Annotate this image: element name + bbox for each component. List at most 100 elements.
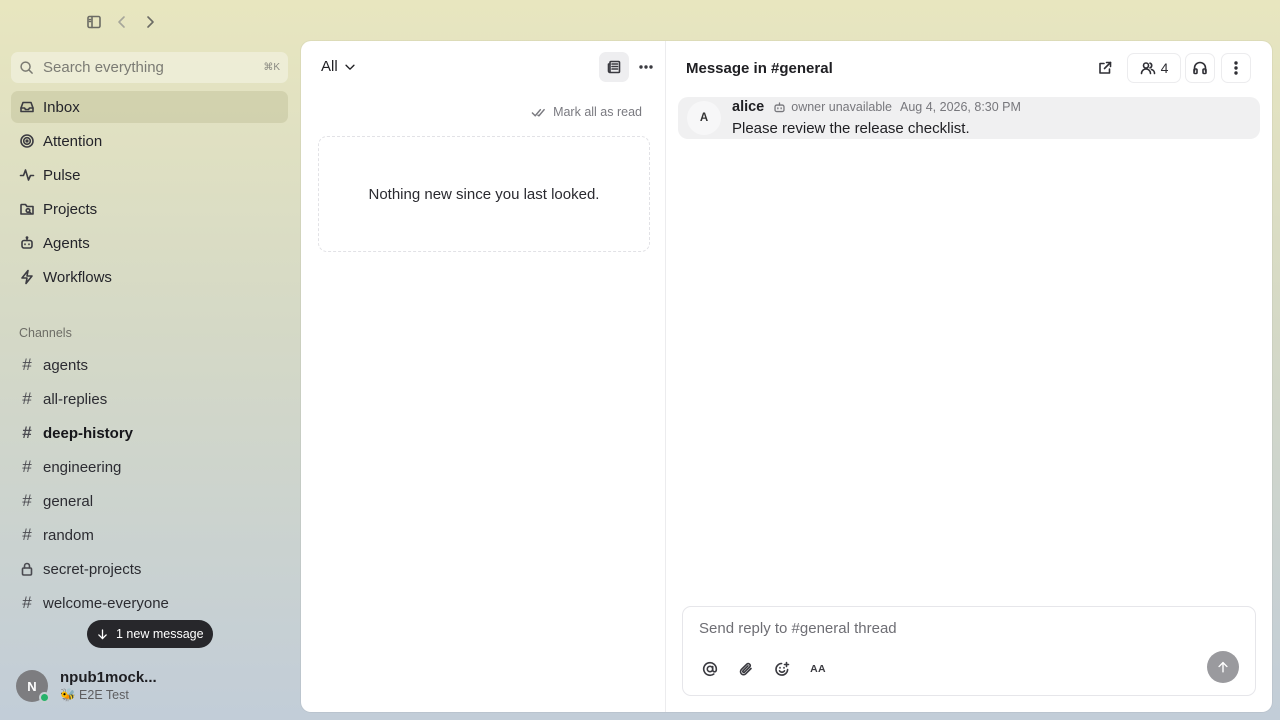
arrow-down-icon [98,628,107,639]
channel-item-secret-projects[interactable]: secret-projects [11,553,288,585]
send-button[interactable] [1207,651,1239,683]
reply-input[interactable] [699,620,1219,637]
lock-icon [21,562,33,576]
sidebar-item-label: Agents [43,234,90,252]
main-nav: Inbox Attention Pulse Projects Agents Wo… [11,91,288,295]
paperclip-icon [739,662,752,676]
channel-name: welcome-everyone [43,594,169,612]
external-link-icon [1099,61,1112,74]
channel-item-all-replies[interactable]: # all-replies [11,383,288,415]
more-vertical-icon [1234,61,1238,75]
channel-name: general [43,492,94,510]
message-timestamp: Aug 4, 2026, 8:30 PM [900,100,1021,114]
channel-list: # agents # all-replies # deep-history # … [11,349,288,621]
channel-item-random[interactable]: # random [11,519,288,551]
channel-name: all-replies [43,390,108,408]
inbox-icon [20,101,34,113]
thread-pane: Message in #general 4 A alice owner unav… [666,41,1272,712]
thread-title: Message in #general [686,60,833,77]
format-text-button[interactable]: AA [806,657,830,681]
more-horizontal-icon [639,65,653,69]
headphones-icon [1193,61,1207,75]
message-item[interactable]: A alice owner unavailable Aug 4, 2026, 8… [678,97,1260,139]
channels-section-label: Channels [19,326,72,340]
sidebar-item-label: Attention [43,132,103,150]
avatar: N [16,670,50,703]
inbox-empty-state: Nothing new since you last looked. [318,136,650,252]
channel-item-welcome-everyone[interactable]: # welcome-everyone [11,587,288,619]
bolt-icon [21,269,33,285]
search-shortcut: ⌘K [263,62,280,73]
hash-icon: # [22,491,32,510]
inbox-more-button[interactable] [631,52,661,82]
at-sign-icon [702,661,718,677]
hash-icon: # [22,593,32,612]
member-count: 4 [1160,60,1169,76]
sidebar-item-agents[interactable]: Agents [11,227,288,259]
channel-item-engineering[interactable]: # engineering [11,451,288,483]
hash-icon: # [22,423,32,442]
sidebar-item-inbox[interactable]: Inbox [11,91,288,123]
users-icon [1140,62,1155,75]
sidebar-item-label: Projects [43,200,98,218]
inbox-filter-dropdown[interactable]: All [321,58,357,75]
channel-name: agents [43,356,89,374]
mark-all-read-button[interactable]: Mark all as read [523,99,650,125]
sidebar-item-workflows[interactable]: Workflows [11,261,288,293]
arrow-up-icon [1218,661,1228,673]
channel-name: engineering [43,458,122,476]
message-author[interactable]: alice [732,99,764,115]
message-text: Please review the release checklist. [732,120,970,137]
target-icon [20,134,34,148]
bot-icon [21,236,33,249]
sidebar: ⌘K Inbox Attention Pulse Projects Agents… [0,0,300,720]
open-external-button[interactable] [1090,53,1120,83]
sidebar-item-attention[interactable]: Attention [11,125,288,157]
message-avatar: A [687,101,721,135]
emoji-button[interactable] [770,657,794,681]
members-button[interactable]: 4 [1127,53,1181,83]
emoji-plus-icon [775,661,790,676]
channel-item-agents[interactable]: # agents [11,349,288,381]
composer-toolbar: AA [698,657,830,681]
filter-label: All [321,58,338,75]
channel-name: secret-projects [43,560,142,578]
hash-icon: # [22,525,32,544]
new-message-pill[interactable]: 1 new message [87,620,213,648]
user-name: npub1mock... [60,669,157,686]
sidebar-item-pulse[interactable]: Pulse [11,159,288,191]
mention-button[interactable] [698,657,722,681]
new-message-label: 1 new message [116,627,204,641]
user-info: npub1mock... 🐝 E2E Test [60,669,157,703]
search-input[interactable] [43,59,264,76]
main-panel: All Mark all as read Nothing new since y… [301,41,1272,712]
channel-name: random [43,526,94,544]
channel-item-deep-history[interactable]: # deep-history [11,417,288,449]
channel-name: deep-history [43,424,134,442]
thread-more-button[interactable] [1221,53,1251,83]
projects-icon [20,203,34,215]
channel-item-general[interactable]: # general [11,485,288,517]
bot-status-text: owner unavailable [791,100,893,114]
hash-icon: # [22,355,32,374]
presence-indicator [39,692,50,703]
pulse-icon [19,169,35,181]
message-header: alice owner unavailable Aug 4, 2026, 8:3… [732,99,1021,115]
hash-icon: # [22,457,32,476]
sidebar-item-label: Inbox [43,98,80,116]
newspaper-icon [607,60,621,74]
bot-status: owner unavailable [773,100,892,114]
sidebar-item-projects[interactable]: Projects [11,193,288,225]
search-box[interactable]: ⌘K [11,52,288,83]
attach-button[interactable] [734,657,758,681]
user-profile[interactable]: N npub1mock... 🐝 E2E Test [16,669,157,703]
hash-icon: # [22,389,32,408]
reading-view-button[interactable] [599,52,629,82]
empty-state-text: Nothing new since you last looked. [368,185,600,203]
sidebar-item-label: Pulse [43,166,81,184]
inbox-pane: All Mark all as read Nothing new since y… [301,41,666,712]
sidebar-item-label: Workflows [43,268,112,286]
search-icon [20,61,33,74]
huddle-button[interactable] [1185,53,1215,83]
bot-icon [774,101,785,112]
